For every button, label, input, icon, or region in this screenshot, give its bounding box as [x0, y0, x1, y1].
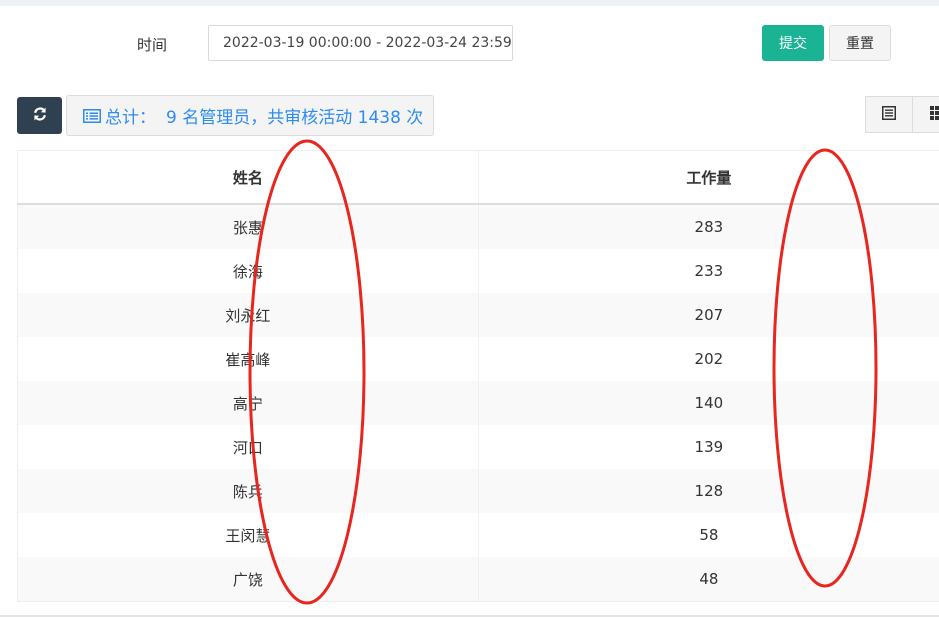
table-row: 刘永红 207 — [17, 293, 939, 337]
summary-text: 9 名管理员，共审核活动 1438 次 — [166, 108, 424, 128]
workload-table: 姓名 工作量 张惠 283 徐海 233 刘永红 207 崔高峰 202 高宁 … — [17, 150, 939, 602]
table-row: 崔高峰 202 — [17, 337, 939, 381]
column-header-workload[interactable]: 工作量 — [477, 150, 939, 205]
summary-prefix: 总计： — [105, 108, 156, 128]
column-header-name[interactable]: 姓名 — [17, 150, 479, 205]
cell-name: 王闵慧 — [17, 513, 479, 557]
cell-name: 陈兵 — [17, 469, 479, 513]
cell-workload: 128 — [477, 469, 939, 513]
refresh-icon — [32, 106, 48, 125]
table-row: 徐海 233 — [17, 249, 939, 293]
table-row: 高宁 140 — [17, 381, 939, 425]
top-strip — [0, 0, 939, 6]
list-view-button[interactable] — [865, 96, 913, 133]
cell-workload: 58 — [477, 513, 939, 557]
cell-workload: 233 — [477, 249, 939, 293]
view-toggle-group — [865, 96, 939, 133]
table-header-row: 姓名 工作量 — [17, 150, 939, 205]
summary-box: 总计： 9 名管理员，共审核活动 1438 次 — [66, 95, 434, 136]
cell-name: 河口 — [17, 425, 479, 469]
table-row: 广饶 48 — [17, 557, 939, 602]
reset-button[interactable]: 重置 — [829, 25, 891, 61]
list-view-icon — [882, 106, 896, 123]
cell-workload: 207 — [477, 293, 939, 337]
cell-workload: 139 — [477, 425, 939, 469]
table-row: 王闵慧 58 — [17, 513, 939, 557]
cell-name: 刘永红 — [17, 293, 479, 337]
cell-workload: 140 — [477, 381, 939, 425]
cell-name: 张惠 — [17, 204, 479, 249]
cell-workload: 48 — [477, 557, 939, 602]
submit-button[interactable]: 提交 — [762, 25, 824, 61]
cell-name: 崔高峰 — [17, 337, 479, 381]
cell-workload: 202 — [477, 337, 939, 381]
time-label: 时间 — [137, 36, 168, 54]
cell-name: 徐海 — [17, 249, 479, 293]
bottom-divider — [0, 615, 939, 617]
cell-workload: 283 — [477, 204, 939, 249]
list-icon — [83, 108, 101, 123]
table-row: 河口 139 — [17, 425, 939, 469]
cell-name: 高宁 — [17, 381, 479, 425]
time-range-input[interactable] — [208, 25, 513, 61]
cell-name: 广饶 — [17, 557, 479, 602]
grid-view-button[interactable] — [913, 96, 939, 133]
grid-view-icon — [929, 106, 939, 123]
refresh-button[interactable] — [17, 97, 62, 134]
table-row: 张惠 283 — [17, 204, 939, 249]
table-row: 陈兵 128 — [17, 469, 939, 513]
